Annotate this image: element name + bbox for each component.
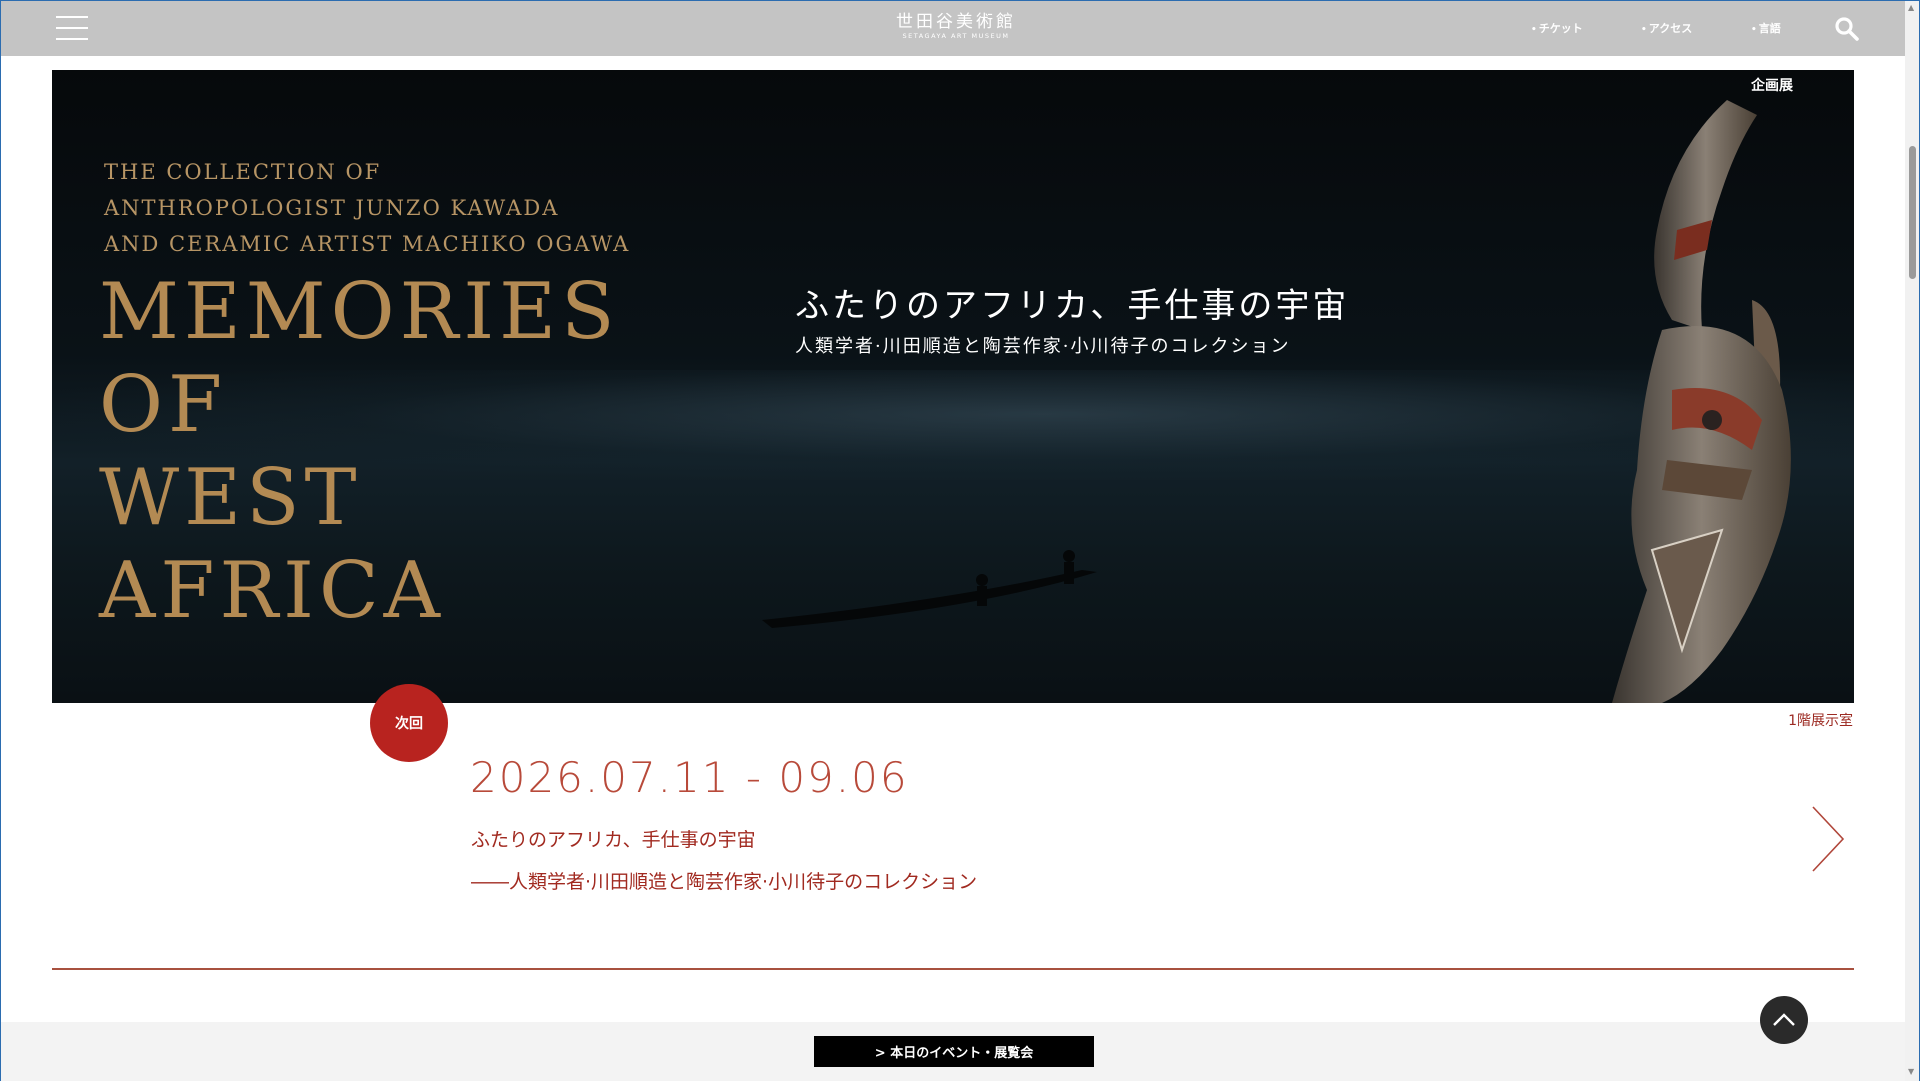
- exhibition-dates: 2026.07.11 - 09.06: [470, 753, 909, 802]
- exhibition-room-label: 1階展示室: [1788, 713, 1853, 729]
- hero-title-english: MEMORIES OF WEST AFRICA: [99, 267, 620, 636]
- site-logo[interactable]: 世田谷美術館 SETAGAYA ART MUSEUM: [881, 12, 1031, 41]
- today-events-button[interactable]: > 本日のイベント・展覧会: [814, 1036, 1094, 1067]
- menu-icon[interactable]: [56, 16, 88, 42]
- page-scrollbar[interactable]: ▲ ▼: [1905, 1, 1919, 1081]
- logo-japanese: 世田谷美術館: [896, 12, 1016, 32]
- exhibition-title-link[interactable]: ふたりのアフリカ、手仕事の宇宙: [471, 825, 756, 852]
- hero-subtitle-japanese: 人類学者·川田順造と陶芸作家·小川待子のコレクション: [795, 336, 1291, 357]
- scroll-down-arrow-icon[interactable]: ▼: [1908, 1067, 1914, 1076]
- scroll-thumb[interactable]: [1909, 146, 1916, 279]
- chevron-right-icon[interactable]: [1809, 804, 1847, 874]
- hero-title-japanese: ふたりのアフリカ、手仕事の宇宙: [795, 286, 1350, 326]
- hero-subtitle-english: THE COLLECTION OF ANTHROPOLOGIST JUNZO K…: [104, 160, 631, 256]
- next-exhibition-badge: 次回: [370, 684, 448, 762]
- nav-access-link[interactable]: • アクセス: [1641, 20, 1692, 36]
- nav-language-link[interactable]: • 言語: [1751, 20, 1781, 36]
- section-divider: [52, 968, 1854, 970]
- back-to-top-button[interactable]: [1760, 996, 1808, 1044]
- canoe-silhouette-image: [762, 550, 1097, 628]
- nav-ticket-link[interactable]: • チケット: [1531, 20, 1583, 36]
- search-icon[interactable]: [1834, 16, 1860, 42]
- african-mask-image: [1612, 100, 1791, 703]
- site-header: 世田谷美術館 SETAGAYA ART MUSEUM • チケット • アクセス •…: [1, 1, 1905, 56]
- scroll-up-arrow-icon[interactable]: ▲: [1908, 3, 1914, 12]
- exhibition-subtitle[interactable]: ――人類学者·川田順造と陶芸作家·小川待子のコレクション: [471, 867, 977, 894]
- chevron-up-icon: [1773, 1013, 1795, 1026]
- hero-banner[interactable]: 企画展 THE COLLECTION OF ANTHROPOLOGIST JUN…: [52, 70, 1854, 703]
- logo-english: SETAGAYA ART MUSEUM: [902, 32, 1010, 40]
